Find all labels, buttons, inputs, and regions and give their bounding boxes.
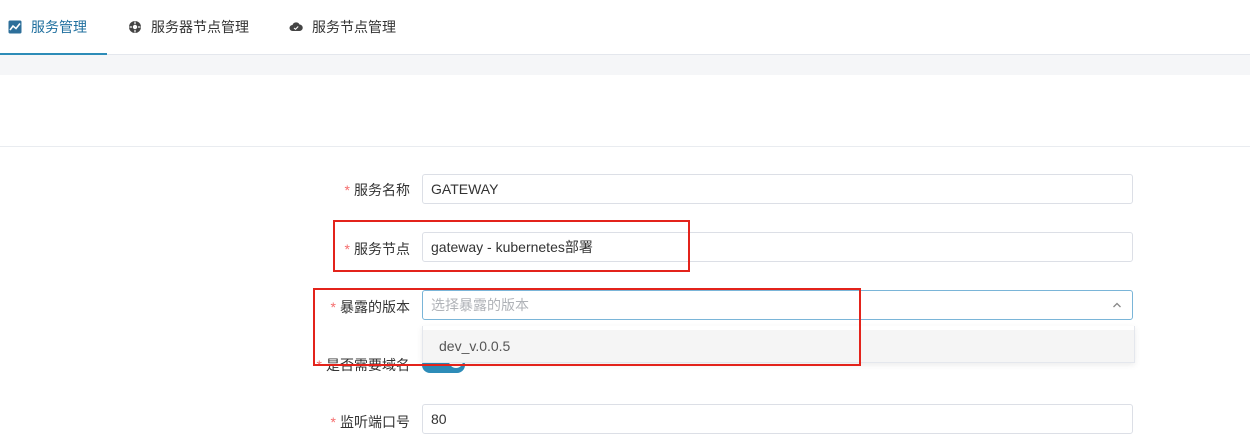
service-name-input[interactable]: GATEWAY [422,174,1133,204]
version-dropdown: dev_v.0.0.5 [422,326,1135,363]
service-name-label: * 服务名称 [344,182,410,198]
required-mark: * [330,414,336,430]
line-chart-icon [8,20,22,34]
tab-service-node-management[interactable]: 服务节点管理 [289,0,396,54]
service-name-value: GATEWAY [431,181,499,197]
port-input[interactable]: 80 [422,404,1133,434]
header-band [0,55,1250,75]
tab-label: 服务管理 [31,19,87,35]
port-value: 80 [431,411,447,427]
version-select[interactable]: 选择暴露的版本 [422,290,1133,320]
cog-icon [128,20,142,34]
chevron-up-icon[interactable] [1110,298,1124,312]
tab-label: 服务器节点管理 [151,19,249,35]
port-label: * 监听端口号 [330,414,410,430]
required-mark: * [316,357,322,373]
required-mark: * [330,299,336,315]
version-option[interactable]: dev_v.0.0.5 [423,330,1134,362]
service-node-input[interactable]: gateway - kubernetes部署 [422,232,1133,262]
section-divider [0,146,1250,147]
version-placeholder: 选择暴露的版本 [431,297,529,313]
tab-server-node-management[interactable]: 服务器节点管理 [128,0,249,54]
version-label: * 暴露的版本 [330,299,410,315]
service-node-label: * 服务节点 [344,241,410,257]
tab-label: 服务节点管理 [312,19,396,35]
service-node-value: gateway - kubernetes部署 [431,239,593,255]
tab-bar: 服务管理 服务器节点管理 服务节点管理 [0,0,1250,55]
tab-service-management[interactable]: 服务管理 [0,0,107,55]
required-mark: * [344,241,350,257]
required-mark: * [344,182,350,198]
domain-label: * 是否需要域名 [316,357,410,373]
cloud-icon [289,20,303,34]
